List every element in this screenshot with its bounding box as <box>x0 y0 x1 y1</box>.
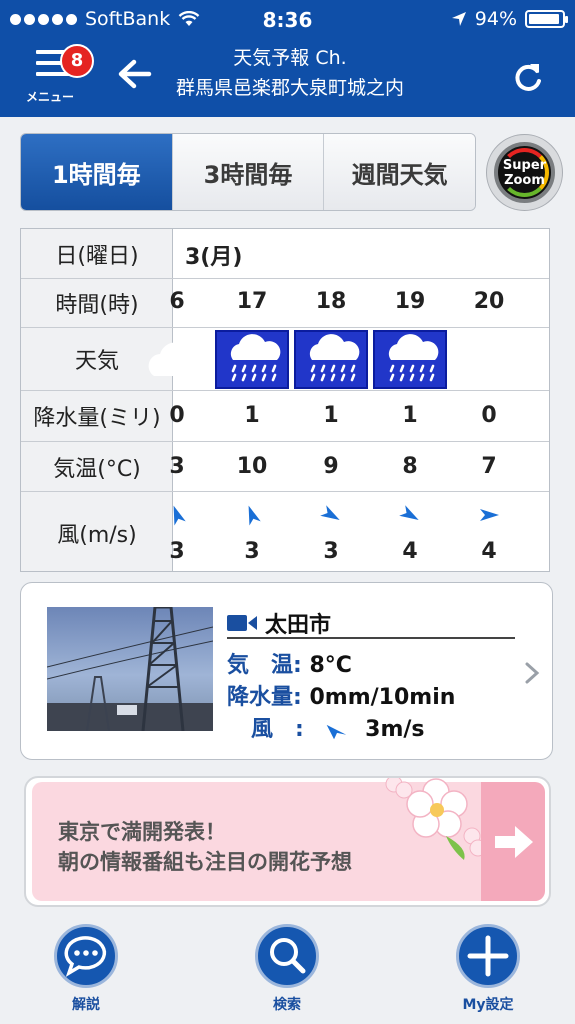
app-header: SoftBank 8:36 94% 8 メニュー 天気予報 Ch. 群馬県邑楽郡… <box>0 0 575 117</box>
cherry-blossom-icon <box>385 778 486 860</box>
rain-weather-icon <box>215 330 289 389</box>
chevron-right-icon <box>525 662 540 684</box>
tab-hourly[interactable]: 1時間毎 <box>21 134 173 210</box>
super-zoom-icon: Super Zoom <box>494 142 555 203</box>
cloudy-weather-icon <box>140 330 214 389</box>
camera-precip-row: 降水量: 0mm/10min <box>227 679 455 711</box>
wind-speed-cell: 3 <box>169 539 185 564</box>
rain-weather-icon <box>373 330 447 389</box>
temp-cell: 8 <box>402 454 418 479</box>
nav-my-settings-button[interactable]: My設定 <box>448 924 528 1020</box>
wind-speed-cell: 3 <box>244 539 260 564</box>
arrow-right-icon <box>478 504 500 526</box>
menu-button[interactable]: 8 メニュー <box>22 44 94 108</box>
banner-line2: 朝の情報番組も注目の開花予想 <box>58 850 352 874</box>
forecast-table[interactable]: 日(曜日) 時間(時) 天気 降水量(ミリ) 気温(°C) 風(m/s) 3(月… <box>20 228 550 572</box>
tab-weekly[interactable]: 週間天気 <box>324 134 475 210</box>
nav-search-button[interactable]: 検索 <box>247 924 327 1020</box>
location-arrow-icon <box>451 12 466 26</box>
live-camera-image <box>47 607 213 731</box>
precip-cell: 1 <box>402 403 418 428</box>
nav-commentary-label: 解説 <box>72 997 100 1013</box>
nav-commentary-button[interactable]: 解説 <box>46 924 126 1020</box>
camera-wind-label: 風 : <box>251 717 304 742</box>
banner-line1: 東京で満開発表！ <box>58 820 226 844</box>
arrow-right-icon <box>495 826 533 858</box>
camera-temp-value: 8°C <box>309 653 352 678</box>
hour-cell: 17 <box>236 289 268 314</box>
banner-arrow-button[interactable] <box>481 782 545 901</box>
plus-icon <box>456 924 520 988</box>
wind-speed-cell: 3 <box>323 539 339 564</box>
camera-temp-label: 気 温: <box>227 653 302 678</box>
precip-cell: 1 <box>323 403 339 428</box>
precip-cell: 1 <box>244 403 260 428</box>
wind-direction-icon <box>327 724 347 740</box>
arrow-down-right-icon <box>399 504 421 526</box>
hour-cell: 18 <box>315 289 347 314</box>
rain-weather-icon <box>294 330 368 389</box>
search-icon <box>255 924 319 988</box>
nav-search-label: 検索 <box>273 997 301 1013</box>
wind-speed-cell: 4 <box>402 539 418 564</box>
hour-cell: 6 <box>169 289 185 314</box>
super-zoom-button[interactable]: Super Zoom <box>486 134 563 211</box>
interval-tabs: 1時間毎 3時間毎 週間天気 <box>20 133 476 211</box>
chat-bubble-icon <box>54 924 118 988</box>
temp-cell: 9 <box>323 454 339 479</box>
status-bar: SoftBank 8:36 94% <box>0 0 575 38</box>
camera-temp-row: 気 温: 8°C <box>227 647 352 679</box>
hour-cell: 19 <box>394 289 426 314</box>
sunny-weather-icon <box>452 330 526 389</box>
sakura-banner[interactable]: 東京で満開発表！ 朝の情報番組も注目の開花予想 <box>24 776 551 907</box>
wind-speed-cell: 4 <box>481 539 497 564</box>
menu-label: メニュー <box>26 90 75 104</box>
camera-location: 太田市 <box>227 609 515 639</box>
arrow-up-icon <box>166 504 188 526</box>
precip-cell: 0 <box>169 403 185 428</box>
hour-cell: 20 <box>473 289 505 314</box>
camera-precip-value: 0mm/10min <box>309 685 456 710</box>
battery-percent: 94% <box>474 8 517 30</box>
refresh-icon[interactable] <box>508 58 548 98</box>
precip-cell: 0 <box>481 403 497 428</box>
battery-icon <box>525 10 568 28</box>
temp-cell: 10 <box>236 454 268 479</box>
temp-cell: 7 <box>481 454 497 479</box>
header-titles: 天気予報 Ch. 群馬県邑楽郡大泉町城之内 <box>160 44 420 104</box>
nav-my-settings-label: My設定 <box>462 997 514 1013</box>
forecast-row-labels: 日(曜日) 時間(時) 天気 降水量(ミリ) 気温(°C) 風(m/s) <box>21 229 173 571</box>
notification-badge: 8 <box>60 44 94 78</box>
camera-precip-label: 降水量: <box>227 685 302 710</box>
camera-wind-value: 3m/s <box>365 717 425 742</box>
location-name: 群馬県邑楽郡大泉町城之内 <box>175 77 404 99</box>
live-camera-card[interactable]: 太田市 気 温: 8°C 降水量: 0mm/10min 風 : 3m/s <box>20 582 553 760</box>
camera-wind-row: 風 : 3m/s <box>251 711 425 743</box>
back-arrow-icon[interactable] <box>115 56 155 92</box>
super-zoom-line2: Zoom <box>504 173 545 188</box>
arrow-up-icon <box>241 504 263 526</box>
status-right: 94% <box>451 8 568 30</box>
channel-title: 天気予報 Ch. <box>233 47 347 69</box>
super-zoom-line1: Super <box>502 158 547 173</box>
arrow-down-right-icon <box>320 504 342 526</box>
camera-city: 太田市 <box>265 613 332 638</box>
row-label-date: 日(曜日) <box>21 229 173 279</box>
tab-3hourly[interactable]: 3時間毎 <box>172 134 325 210</box>
temp-cell: 3 <box>169 454 185 479</box>
forecast-date: 3(月) <box>185 245 243 270</box>
video-camera-icon <box>227 615 257 631</box>
